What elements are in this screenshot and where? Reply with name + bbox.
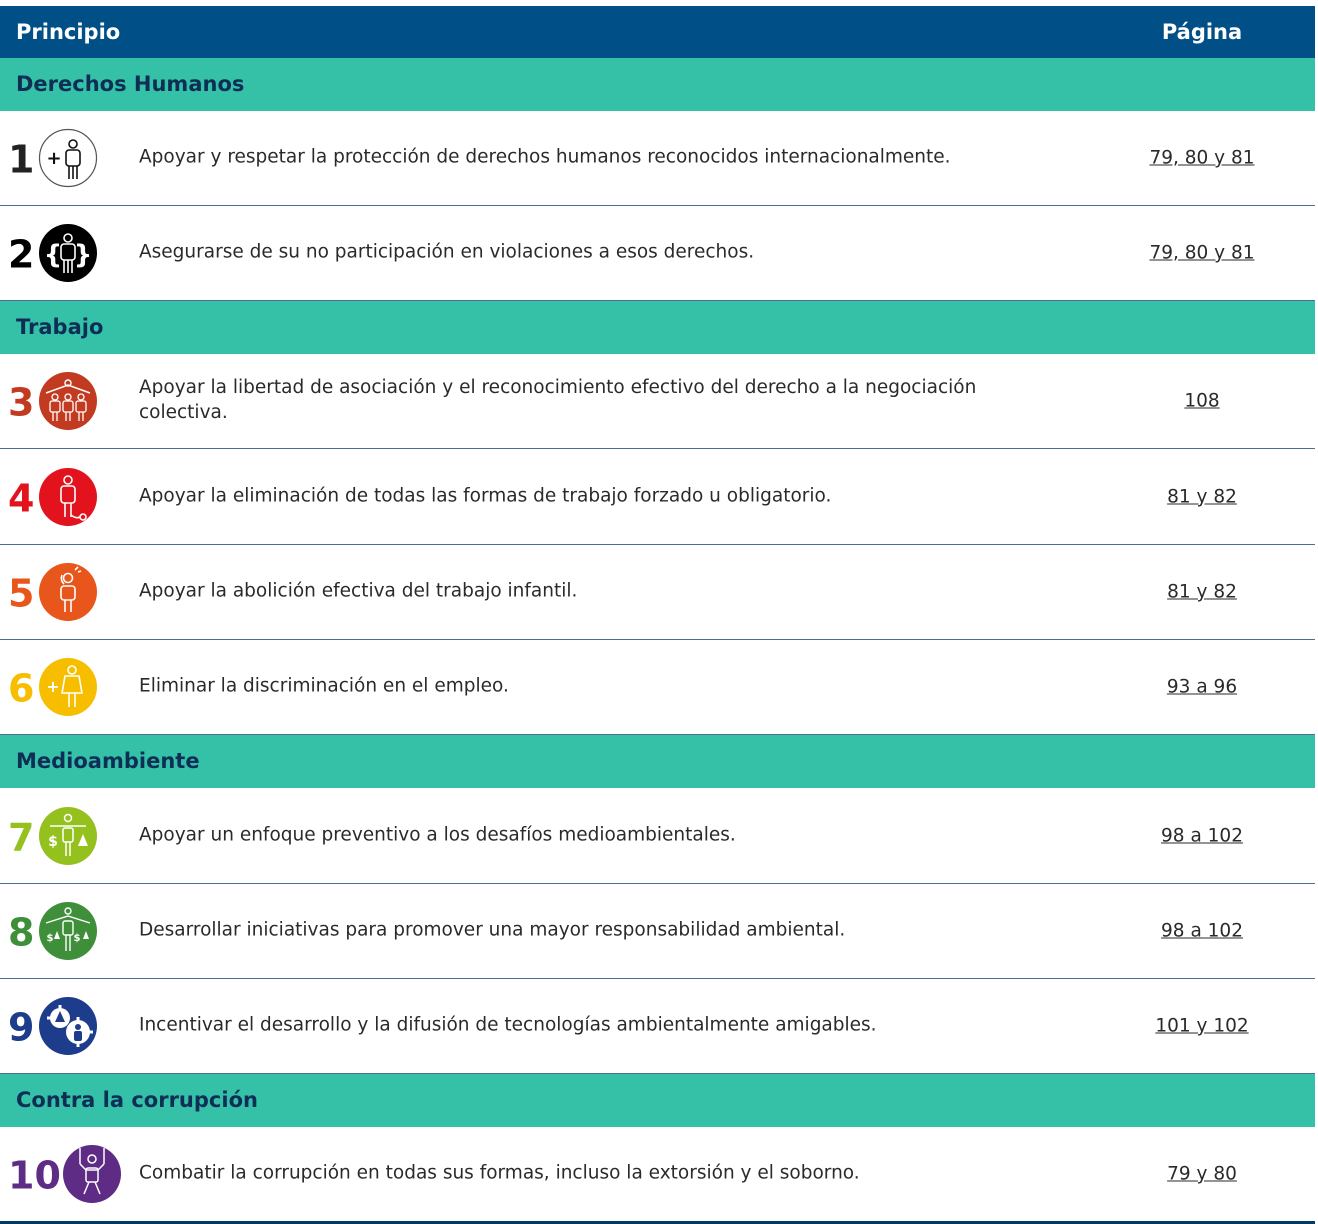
- principle-text: Apoyar la eliminación de todas las forma…: [139, 485, 832, 507]
- principle-number: 9: [8, 1005, 35, 1050]
- principle-text: Apoyar y respetar la protección de derec…: [139, 146, 951, 168]
- svg-text:$: $: [74, 933, 81, 944]
- table-row: 4 Apoyar la eliminación de todas las for…: [0, 449, 1315, 545]
- header-page-label: Página: [1161, 20, 1243, 44]
- principle-text: Incentivar el desarrollo y la difusión d…: [139, 1014, 877, 1036]
- principle-number: 3: [8, 380, 35, 425]
- principle-number: 7: [8, 815, 35, 860]
- table-row: 10 Combatir la corrupción en todas sus f…: [0, 1127, 1315, 1224]
- page-link[interactable]: 101 y 102: [1155, 1016, 1248, 1037]
- table-row: 1 + Apoyar y respetar la protección de d…: [0, 111, 1315, 206]
- principle-text: Apoyar la libertad de asociación y el re…: [139, 377, 977, 423]
- principle-text: Apoyar un enfoque preventivo a los desaf…: [139, 824, 736, 846]
- principle-number: 5: [8, 571, 35, 616]
- principle-number: 2: [8, 232, 35, 277]
- table-row: 8 $ $ Desarrollar iniciativas para promo…: [0, 884, 1315, 979]
- section-anti-corruption: Contra la corrupción: [0, 1074, 1315, 1127]
- gears-tree-icon: [38, 996, 98, 1056]
- section-labor: Trabajo: [0, 301, 1315, 354]
- header-principle-label: Principio: [16, 20, 121, 44]
- page-link[interactable]: 93 a 96: [1167, 677, 1237, 698]
- section-title: Medioambiente: [16, 749, 200, 773]
- page-link[interactable]: 81 y 82: [1167, 486, 1237, 507]
- person-balance-tree-icon: $: [38, 806, 98, 866]
- principle-text: Eliminar la discriminación en el empleo.: [139, 675, 509, 697]
- svg-text:$: $: [48, 834, 58, 850]
- person-braces-icon: { }: [38, 223, 98, 283]
- principle-number: 4: [8, 476, 35, 521]
- page-link[interactable]: 79 y 80: [1167, 1164, 1237, 1185]
- section-title: Contra la corrupción: [16, 1088, 258, 1112]
- page-link[interactable]: 108: [1184, 391, 1219, 412]
- page-link[interactable]: 81 y 82: [1167, 582, 1237, 603]
- table-row: 6 + Eliminar la discriminación en el emp…: [0, 640, 1315, 735]
- page-link[interactable]: 79, 80 y 81: [1149, 243, 1254, 264]
- principles-table: Principio Página Derechos Humanos 1 + Ap…: [0, 0, 1315, 1224]
- table-row: 2 { } Asegurarse de su no participación …: [0, 206, 1315, 301]
- principle-number: 6: [8, 666, 35, 711]
- svg-text:+: +: [46, 677, 59, 696]
- group-association-icon: [38, 371, 98, 431]
- group-balance-tree-icon: $ $: [38, 901, 98, 961]
- person-ball-chain-icon: [38, 467, 98, 527]
- section-title: Trabajo: [16, 315, 104, 339]
- principle-number: 8: [8, 910, 35, 955]
- principle-number: 1: [8, 137, 35, 182]
- svg-text:{: {: [44, 240, 63, 270]
- table-header: Principio Página: [0, 6, 1315, 58]
- principle-text: Desarrollar iniciativas para promover un…: [139, 919, 846, 941]
- child-labor-icon: [38, 562, 98, 622]
- section-human-rights: Derechos Humanos: [0, 58, 1315, 111]
- page-link[interactable]: 98 a 102: [1161, 825, 1243, 846]
- principle-text: Asegurarse de su no participación en vio…: [139, 241, 755, 263]
- table-row: 7 $ Apoyar un enfoque preventivo a los d…: [0, 788, 1315, 884]
- svg-text:+: +: [46, 148, 61, 169]
- table-row: 3 Apoyar la libertad de asociación y el …: [0, 354, 1315, 449]
- person-plus-woman-icon: +: [38, 657, 98, 717]
- page-link[interactable]: 79, 80 y 81: [1149, 148, 1254, 169]
- principle-text: Combatir la corrupción en todas sus form…: [139, 1162, 860, 1184]
- svg-text:$: $: [47, 933, 54, 944]
- puppet-person-icon: [62, 1144, 122, 1204]
- table-row: 5 Apoyar la abolición efectiva del traba…: [0, 545, 1315, 640]
- page-link[interactable]: 98 a 102: [1161, 921, 1243, 942]
- section-environment: Medioambiente: [0, 735, 1315, 788]
- principle-number: 10: [8, 1153, 61, 1198]
- section-title: Derechos Humanos: [16, 72, 245, 96]
- table-row: 9 Incentivar el desarrollo y la difusión…: [0, 979, 1315, 1074]
- svg-text:}: }: [74, 240, 93, 270]
- person-plus-outline-icon: +: [38, 128, 98, 188]
- principle-text: Apoyar la abolición efectiva del trabajo…: [139, 580, 578, 602]
